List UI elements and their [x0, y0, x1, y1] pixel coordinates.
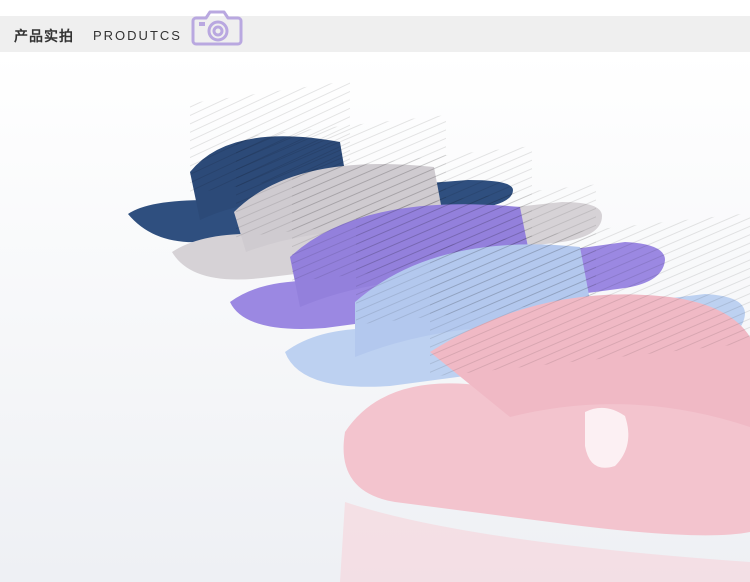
section-title-en: PRODUTCS — [93, 28, 182, 43]
product-photo — [0, 52, 750, 582]
camera-icon — [191, 10, 243, 46]
product-photo-section: 产品实拍 PRODUTCS — [0, 0, 750, 582]
section-title-cn: 产品实拍 — [14, 29, 74, 45]
